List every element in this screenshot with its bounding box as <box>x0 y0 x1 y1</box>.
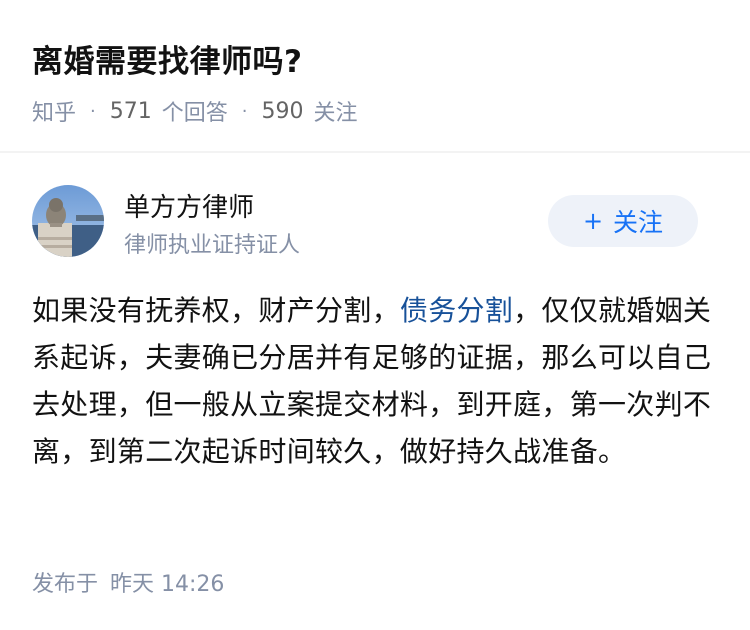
source-label[interactable]: 知乎 <box>32 95 76 127</box>
author-card: 单方方律师 律师执业证持证人 + 关注 <box>32 185 718 265</box>
question-meta: 知乎 · 571 个回答 · 590 关注 <box>32 95 358 127</box>
answer-text-start: 如果没有抚养权，财产分割， <box>32 294 400 327</box>
answer-count: 571 <box>109 98 152 124</box>
published-label: 发布于 <box>32 572 99 597</box>
question-header: 离婚需要找律师吗? 知乎 · 571 个回答 · 590 关注 <box>0 0 750 150</box>
avatar[interactable] <box>32 185 104 257</box>
follow-button-label: 关注 <box>613 208 664 237</box>
author-name[interactable]: 单方方律师 <box>124 187 254 224</box>
answer-topic-link[interactable]: 债务分割 <box>400 294 513 327</box>
answer-count-label[interactable]: 个回答 <box>162 95 228 127</box>
avatar-image <box>32 185 104 257</box>
follow-button[interactable]: + 关注 <box>548 195 698 247</box>
author-bio: 律师执业证持证人 <box>124 233 301 258</box>
published-time: 昨天 14:26 <box>110 572 225 597</box>
publish-timestamp: 发布于 昨天 14:26 <box>32 566 224 598</box>
follower-count: 590 <box>261 98 304 124</box>
follower-count-label[interactable]: 关注 <box>314 95 358 127</box>
meta-separator: · <box>90 100 96 122</box>
question-title[interactable]: 离婚需要找律师吗? <box>32 36 302 81</box>
answer-content: 如果没有抚养权，财产分割，债务分割，仅仅就婚姻关系起诉，夫妻确已分居并有足够的证… <box>32 287 722 475</box>
section-divider <box>0 151 750 153</box>
meta-separator: · <box>241 100 248 122</box>
plus-icon: + <box>582 207 604 235</box>
